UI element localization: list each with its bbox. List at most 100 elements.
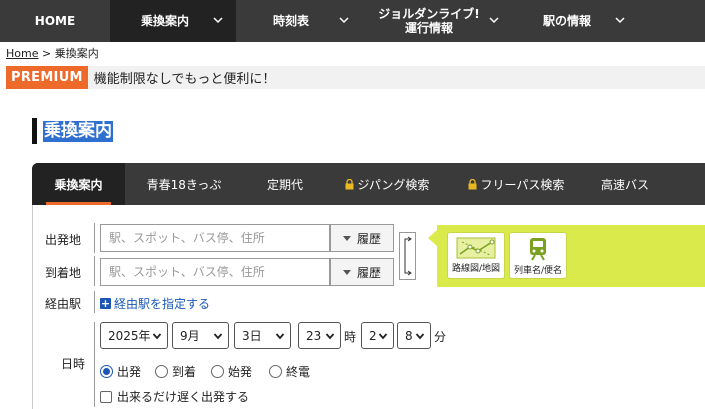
lock-icon — [468, 178, 477, 189]
nav-home[interactable]: HOME — [0, 0, 110, 42]
chevron-down-icon — [152, 333, 162, 340]
radio-last-train[interactable]: 終電 — [269, 363, 310, 380]
hour-unit: 時 — [344, 330, 357, 344]
datetime-label: 日時 — [61, 357, 86, 371]
tab-commuter-pass[interactable]: 定期代 — [243, 163, 327, 205]
chevron-down-icon — [615, 17, 625, 24]
from-history-button[interactable]: 履歴 — [330, 224, 394, 252]
radio-checked-icon — [100, 365, 113, 378]
from-input[interactable]: 駅、スポット、バス停、住所 — [100, 224, 330, 252]
row-divider — [94, 291, 95, 313]
hour-value: 23 — [306, 328, 322, 343]
from-history-label: 履歴 — [356, 231, 381, 246]
tab-zipangu-label: ジパング検索 — [357, 177, 430, 192]
minute-tens-select[interactable]: 2 — [361, 322, 394, 349]
tab-free-pass[interactable]: フリーパス検索 — [447, 163, 585, 205]
nav-timetable[interactable]: 時刻表 — [236, 0, 362, 42]
tab-commuter-pass-label: 定期代 — [266, 177, 303, 192]
search-tabs: 乗換案内 青春18きっぷ 定期代 ジパング検索 フリーパス検索 高速バス — [32, 163, 705, 205]
tab-seishun18[interactable]: 青春18きっぷ — [125, 163, 243, 205]
panel-pointer — [428, 230, 437, 246]
route-map-label: 路線図/地図 — [451, 264, 501, 274]
train-name-button[interactable]: 列車名/便名 — [509, 232, 567, 279]
route-map-icon — [456, 237, 496, 259]
plus-icon: + — [100, 297, 111, 310]
breadcrumb-home-link[interactable]: Home — [6, 47, 38, 60]
to-history-label: 履歴 — [356, 265, 381, 280]
page-title-text: 乗換案内 — [43, 120, 113, 142]
hour-select[interactable]: 23 — [298, 322, 341, 349]
nav-home-label: HOME — [34, 14, 76, 28]
tab-seishun18-label: 青春18きっぷ — [146, 177, 222, 192]
tab-free-pass-label: フリーパス検索 — [480, 177, 565, 192]
minute-ones-value: 8 — [405, 328, 413, 343]
radio-unchecked-icon — [211, 365, 224, 378]
nav-transfer-label: 乗換案内 — [140, 14, 189, 28]
to-history-button[interactable]: 履歴 — [330, 258, 394, 286]
tab-transfer-label: 乗換案内 — [54, 177, 103, 192]
nav-station-info-label: 駅の情報 — [542, 14, 591, 28]
train-icon — [530, 238, 546, 261]
minute-unit: 分 — [434, 330, 447, 344]
nav-live-info[interactable]: ジョルダンライブ! 運行情報 — [362, 0, 512, 42]
to-label: 到着地 — [45, 266, 82, 280]
radio-departure-label: 出発 — [117, 365, 142, 379]
year-value: 2025年 — [108, 329, 151, 343]
chevron-down-icon — [339, 17, 349, 24]
radio-first-train[interactable]: 始発 — [211, 363, 252, 380]
tab-highway-bus-label: 高速バス — [600, 177, 649, 192]
day-value: 3日 — [242, 329, 262, 343]
late-departure-checkbox[interactable]: 出来るだけ遅く出発する — [100, 388, 249, 405]
dropdown-triangle-icon — [342, 235, 351, 241]
late-departure-label: 出来るだけ遅く出発する — [117, 390, 250, 404]
chevron-down-icon — [325, 333, 335, 340]
breadcrumb-separator: > — [41, 47, 52, 60]
radio-arrival-label: 到着 — [172, 365, 197, 379]
nav-transfer[interactable]: 乗換案内 — [110, 0, 236, 42]
to-input[interactable]: 駅、スポット、バス停、住所 — [100, 258, 330, 286]
premium-banner[interactable]: PREMIUM 機能制限なしでもっと便利に！ — [6, 66, 705, 89]
radio-arrival[interactable]: 到着 — [155, 363, 196, 380]
radio-departure[interactable]: 出発 — [100, 363, 141, 380]
tools-panel: 路線図/地図 列車名/便名 — [428, 225, 705, 287]
minute-tens-value: 2 — [369, 328, 377, 343]
checkbox-icon — [100, 390, 112, 403]
premium-text: 機能制限なしでもっと便利に！ — [93, 72, 276, 87]
top-nav: HOME 乗換案内 時刻表 ジョルダンライブ! 運行情報 駅の情報 — [0, 0, 705, 42]
premium-badge: PREMIUM — [6, 66, 88, 89]
add-via-station-link[interactable]: + 経由駅を指定する — [100, 295, 210, 312]
year-select[interactable]: 2025年 — [100, 322, 168, 349]
minute-ones-select[interactable]: 8 — [397, 322, 431, 349]
row-divider — [94, 223, 95, 253]
tab-transfer[interactable]: 乗換案内 — [32, 163, 125, 205]
chevron-down-icon — [213, 333, 223, 340]
page-title: 乗換案内 — [32, 118, 113, 144]
radio-unchecked-icon — [269, 365, 282, 378]
swap-arrow-icon — [404, 236, 412, 276]
chevron-down-icon — [275, 333, 285, 340]
route-map-button[interactable]: 路線図/地図 — [447, 232, 505, 279]
row-divider — [94, 322, 95, 407]
nav-station-info[interactable]: 駅の情報 — [512, 0, 638, 42]
nav-timetable-label: 時刻表 — [272, 14, 309, 28]
nav-live-info-label: ジョルダンライブ! 運行情報 — [378, 7, 480, 35]
radio-unchecked-icon — [155, 365, 168, 378]
dropdown-triangle-icon — [342, 269, 351, 275]
chevron-down-icon — [378, 333, 388, 340]
month-select[interactable]: 9月 — [172, 322, 229, 349]
tab-highway-bus[interactable]: 高速バス — [585, 163, 665, 205]
chevron-down-icon — [489, 17, 499, 24]
radio-last-train-label: 終電 — [286, 365, 311, 379]
lock-icon — [345, 178, 354, 189]
swap-stations-button[interactable] — [399, 232, 416, 280]
breadcrumb: Home > 乗換案内 — [6, 45, 99, 61]
chevron-down-icon — [213, 17, 223, 24]
row-divider — [94, 256, 95, 286]
from-label: 出発地 — [45, 233, 82, 247]
day-select[interactable]: 3日 — [234, 322, 291, 349]
tab-zipangu[interactable]: ジパング検索 — [327, 163, 447, 205]
breadcrumb-current: 乗換案内 — [54, 47, 99, 60]
via-label: 経由駅 — [45, 297, 82, 311]
title-bar — [32, 118, 37, 144]
add-via-station-label: 経由駅を指定する — [114, 297, 211, 311]
